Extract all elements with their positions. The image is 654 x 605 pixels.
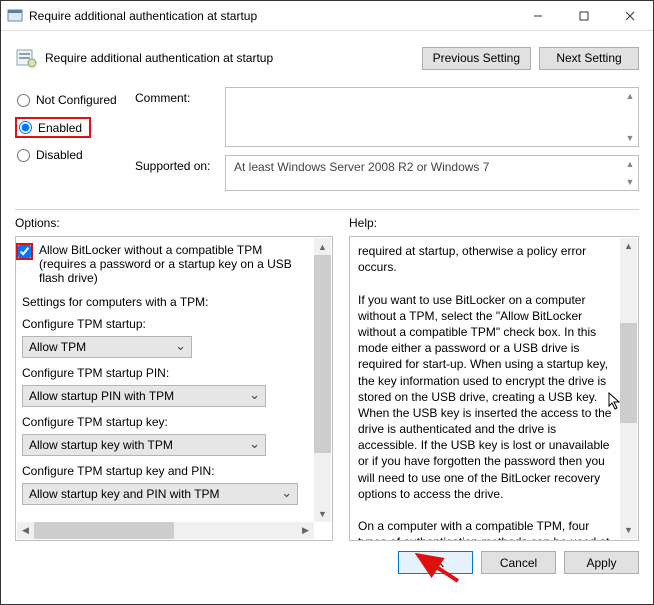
state-disabled[interactable]: Disabled [15, 146, 135, 164]
help-vertical-scrollbar[interactable]: ▲ ▼ [620, 238, 637, 539]
tpm-pin-select[interactable]: Allow startup PIN with TPM [22, 385, 266, 407]
header-row: Require additional authentication at sta… [15, 41, 639, 75]
scroll-up-icon[interactable]: ▲ [623, 157, 637, 171]
policy-icon [15, 47, 37, 69]
close-button[interactable] [607, 1, 653, 31]
state-radio-group: Not Configured Enabled Disabled [15, 87, 135, 199]
options-horizontal-scrollbar[interactable]: ◀ ▶ [17, 522, 314, 539]
maximize-button[interactable] [561, 1, 607, 31]
state-not-configured[interactable]: Not Configured [15, 91, 135, 109]
radio-label: Not Configured [36, 93, 117, 107]
tpm-startup-label: Configure TPM startup: [22, 317, 312, 331]
radio-disabled[interactable] [17, 149, 30, 162]
scroll-right-icon[interactable]: ▶ [297, 522, 314, 539]
footer: OK Cancel Apply [1, 541, 653, 584]
tpm-startup-select[interactable]: Allow TPM [22, 336, 192, 358]
help-text: On a computer with a compatible TPM, fou… [358, 518, 618, 541]
red-arrow-icon [406, 541, 466, 585]
supported-field: At least Windows Server 2008 R2 or Windo… [225, 155, 639, 191]
scroll-down-icon[interactable]: ▼ [623, 131, 637, 145]
scroll-down-icon[interactable]: ▼ [314, 505, 331, 522]
policy-title: Require additional authentication at sta… [45, 51, 414, 65]
tpm-keypin-label: Configure TPM startup key and PIN: [22, 464, 312, 478]
radio-not-configured[interactable] [17, 94, 30, 107]
apply-button[interactable]: Apply [564, 551, 639, 574]
scroll-down-icon[interactable]: ▼ [623, 175, 637, 189]
scroll-left-icon[interactable]: ◀ [17, 522, 34, 539]
scroll-up-icon[interactable]: ▲ [623, 89, 637, 103]
window-title: Require additional authentication at sta… [29, 9, 515, 23]
divider [15, 209, 639, 210]
app-icon [7, 8, 23, 24]
help-text: required at startup, otherwise a policy … [358, 243, 618, 275]
options-panel: Allow BitLocker without a compatible TPM… [15, 236, 333, 541]
options-heading: Options: [15, 216, 333, 230]
allow-without-tpm-checkbox[interactable] [18, 245, 31, 258]
state-enabled[interactable]: Enabled [15, 117, 91, 138]
minimize-button[interactable] [515, 1, 561, 31]
cancel-button[interactable]: Cancel [481, 551, 556, 574]
radio-label: Enabled [38, 121, 82, 135]
tpm-settings-heading: Settings for computers with a TPM: [22, 295, 312, 309]
supported-label: Supported on: [135, 155, 225, 191]
scroll-up-icon[interactable]: ▲ [620, 238, 637, 255]
scroll-up-icon[interactable]: ▲ [314, 238, 331, 255]
title-bar: Require additional authentication at sta… [1, 1, 653, 31]
tpm-key-label: Configure TPM startup key: [22, 415, 312, 429]
allow-without-tpm-checkbox-highlight [16, 243, 33, 260]
tpm-pin-label: Configure TPM startup PIN: [22, 366, 312, 380]
allow-without-tpm-label: Allow BitLocker without a compatible TPM… [39, 243, 312, 285]
tpm-keypin-select[interactable]: Allow startup key and PIN with TPM [22, 483, 298, 505]
help-panel: required at startup, otherwise a policy … [349, 236, 639, 541]
previous-setting-button[interactable]: Previous Setting [422, 47, 531, 70]
tpm-key-select[interactable]: Allow startup key with TPM [22, 434, 266, 456]
help-text: If you want to use BitLocker on a comput… [358, 292, 618, 502]
comment-field[interactable]: ▲ ▼ [225, 87, 639, 147]
radio-enabled[interactable] [19, 121, 32, 134]
scroll-down-icon[interactable]: ▼ [620, 522, 637, 539]
help-heading: Help: [349, 216, 639, 230]
radio-label: Disabled [36, 148, 83, 162]
next-setting-button[interactable]: Next Setting [539, 47, 639, 70]
options-vertical-scrollbar[interactable]: ▲ ▼ [314, 238, 331, 522]
comment-label: Comment: [135, 87, 225, 147]
